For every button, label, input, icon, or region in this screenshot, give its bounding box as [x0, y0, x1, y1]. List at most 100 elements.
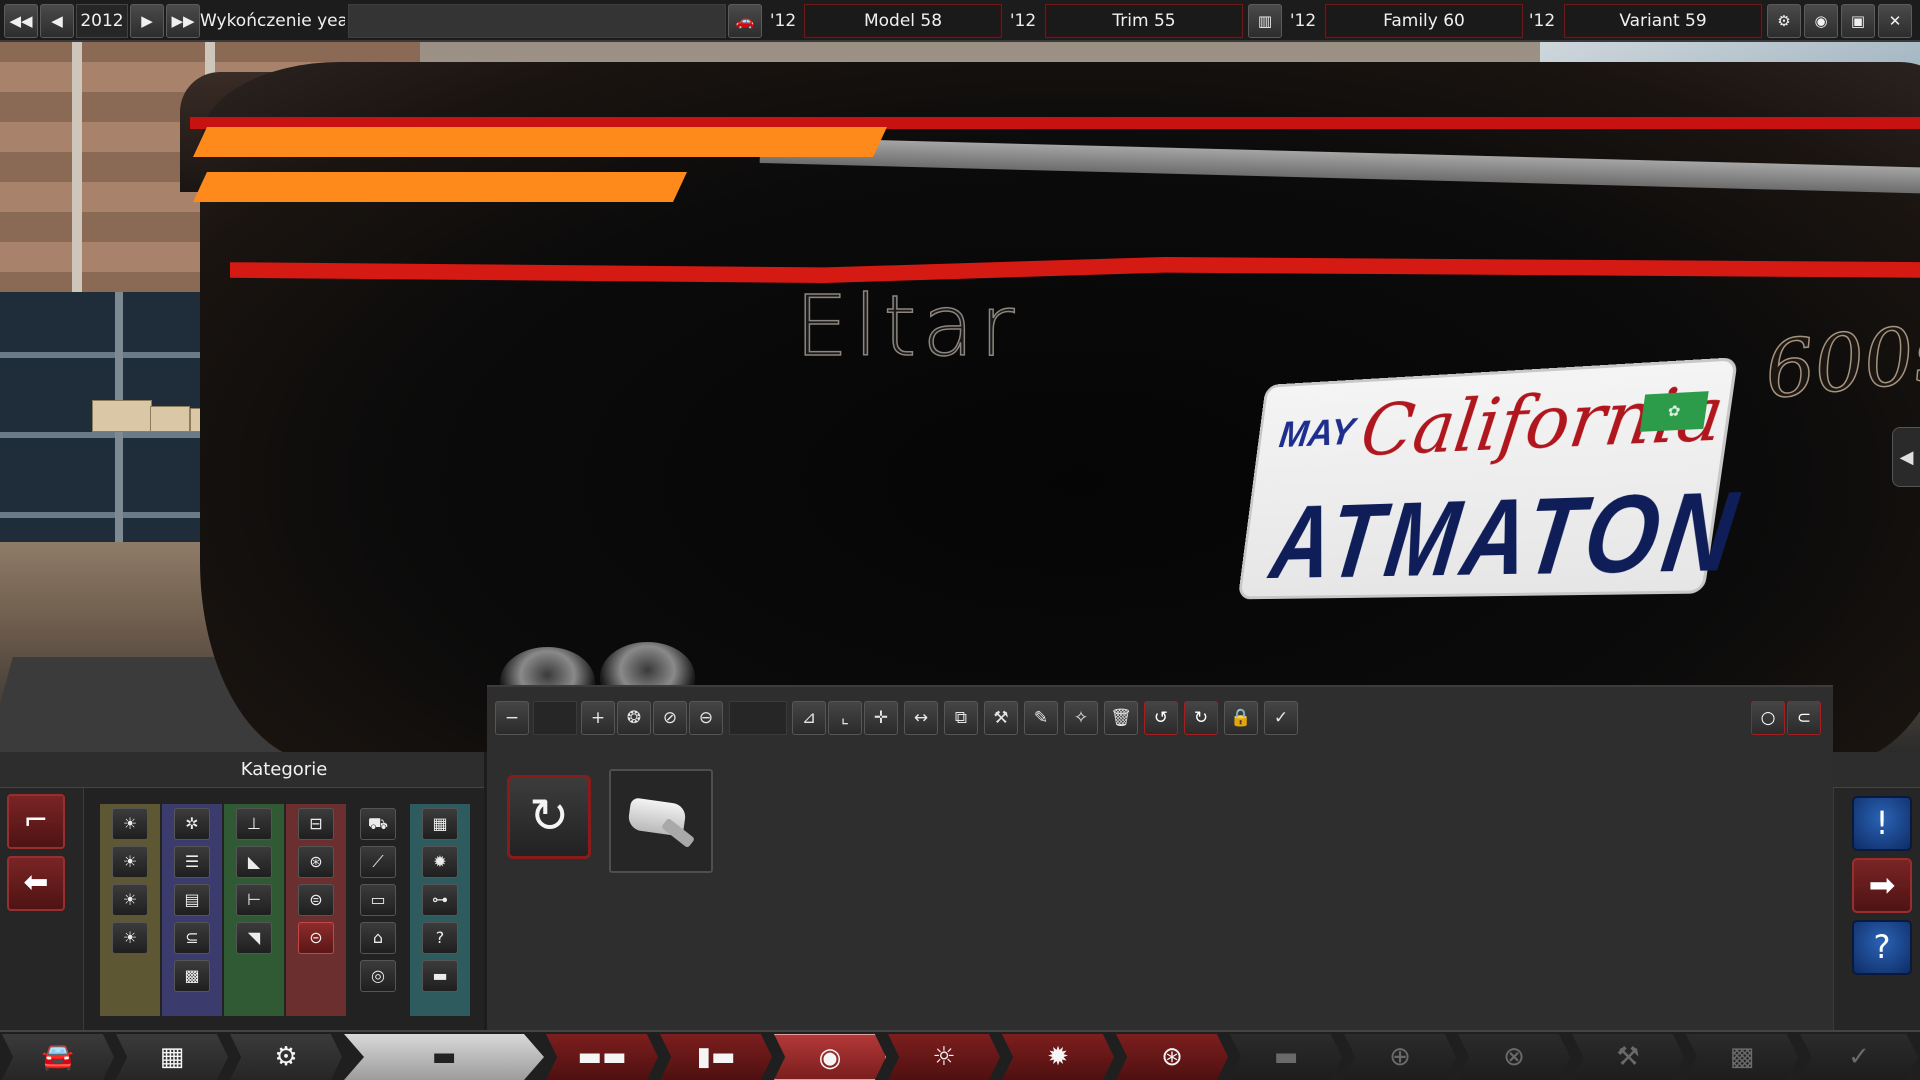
model-year: '12: [769, 11, 797, 31]
wheel-stage-icon[interactable]: ✹: [1002, 1034, 1114, 1080]
camera-icon[interactable]: ◉: [1804, 4, 1838, 38]
engine-trim-stage-icon[interactable]: ◉: [774, 1034, 886, 1080]
indicator-light-icon[interactable]: ☀: [112, 846, 148, 878]
bumper-icon[interactable]: ⊟: [298, 808, 334, 840]
exhaust-pipe-icon[interactable]: ⊶: [422, 884, 458, 916]
skew-icon[interactable]: ⊿: [792, 701, 826, 735]
car-silhouette-icon[interactable]: ▬: [422, 960, 458, 992]
headlight-icon[interactable]: ☀: [112, 808, 148, 840]
grille-icon[interactable]: ☰: [174, 846, 210, 878]
car-test-stage-icon[interactable]: ▬: [1230, 1034, 1342, 1080]
size-field[interactable]: [533, 701, 577, 735]
rewind-icon[interactable]: ◀◀: [4, 4, 38, 38]
exhaust-icon[interactable]: ◎: [360, 960, 396, 992]
splitter-icon[interactable]: ⊥: [236, 808, 272, 840]
tow-hook-icon[interactable]: ⛟: [360, 808, 396, 840]
rotate-corner-icon[interactable]: ⌞: [828, 701, 862, 735]
body-stage-icon[interactable]: ▬: [344, 1034, 544, 1080]
tail-light-icon[interactable]: ☀: [112, 884, 148, 916]
chassis-stage-icon[interactable]: ▦: [116, 1034, 228, 1080]
increase-icon[interactable]: +: [581, 701, 615, 735]
family-name-field[interactable]: Family 60: [1325, 4, 1523, 38]
suspension-stage-icon[interactable]: ⚙: [230, 1034, 342, 1080]
paint-icon[interactable]: ✎: [1024, 701, 1058, 735]
categories-title: Kategorie: [84, 752, 484, 788]
model-name-field[interactable]: Model 58: [804, 4, 1002, 38]
engine-family-stage-icon[interactable]: ▬▬: [546, 1034, 658, 1080]
fixture-toolbar: − + ❂ ⊘ ⊖ ⊿ ⌞ ✛ ↔ ⧉ ⚒ ✎ ✧ 🗑 ↺ ↻ 🔒 ✓ ○ ⊂: [495, 701, 1825, 737]
driving-stage-icon[interactable]: ⊗: [1458, 1034, 1570, 1080]
move-horizontal-icon[interactable]: ↔: [904, 701, 938, 735]
hubcap-icon[interactable]: ⊛: [298, 846, 334, 878]
spray-icon[interactable]: ✧: [1064, 701, 1098, 735]
side-mirror-icon[interactable]: ⊝: [298, 922, 334, 954]
fog-light-icon[interactable]: ☀: [112, 922, 148, 954]
no-snap-icon[interactable]: ⊘: [653, 701, 687, 735]
magnet-icon[interactable]: ⊂: [1787, 701, 1821, 735]
close-icon[interactable]: ✕: [1878, 4, 1912, 38]
license-plate: MAY California ✿ ATMATON: [1237, 357, 1749, 600]
reset-fixture-button[interactable]: ↻: [507, 775, 591, 859]
left-tools-panel: ⌐ ⬅: [0, 788, 84, 1030]
delete-icon[interactable]: 🗑: [1104, 701, 1138, 735]
category-grid: ☀ ☀ ☀ ☀ ✲ ☰ ▤ ⊆ ▩ ⊥ ◣ ⊢ ◥ ⊟ ⊛ ⊜ ⊝ ⛟ ⟋ ▭: [84, 788, 484, 1030]
warning-icon[interactable]: !: [1852, 796, 1912, 851]
wiper-icon[interactable]: ⟋: [360, 846, 396, 878]
flatten-icon[interactable]: ⊖: [689, 701, 723, 735]
collapse-panel-handle[interactable]: ◀: [1892, 427, 1920, 487]
handle-icon[interactable]: ⊜: [298, 884, 334, 916]
next-arrow-icon[interactable]: ➡: [1852, 858, 1912, 913]
wheel-snap-icon[interactable]: ❂: [617, 701, 651, 735]
redo-icon[interactable]: ↻: [1184, 701, 1218, 735]
mesh-icon[interactable]: ▩: [174, 960, 210, 992]
left-panel-header: [0, 752, 84, 788]
decrease-icon[interactable]: −: [495, 701, 529, 735]
performance-stage-icon[interactable]: ▩: [1686, 1034, 1798, 1080]
wing-icon[interactable]: ◥: [236, 922, 272, 954]
3d-viewport[interactable]: Eltar 600s MAY California ✿ ATMATON ◀: [0, 42, 1920, 752]
tuning-stage-icon[interactable]: ⚒: [1572, 1034, 1684, 1080]
play-icon[interactable]: ▶: [130, 4, 164, 38]
brush-icon[interactable]: ⚒: [984, 701, 1018, 735]
car-body-stage-icon[interactable]: 🚘: [2, 1034, 114, 1080]
gear-icon[interactable]: ⚙: [1767, 4, 1801, 38]
finish-stage-icon[interactable]: ✓: [1800, 1034, 1918, 1080]
variant-name-field[interactable]: Variant 59: [1564, 4, 1762, 38]
rim-icon[interactable]: ✹: [422, 846, 458, 878]
double-grille-icon[interactable]: ▤: [174, 884, 210, 916]
fixture-editor-panel: − + ❂ ⊘ ⊖ ⊿ ⌞ ✛ ↔ ⧉ ⚒ ✎ ✧ 🗑 ↺ ↻ 🔒 ✓ ○ ⊂ …: [487, 685, 1833, 1030]
lock-icon[interactable]: 🔒: [1224, 701, 1258, 735]
confirm-icon[interactable]: ✓: [1264, 701, 1298, 735]
fixture-thumbnail-mirror[interactable]: [609, 769, 713, 873]
undo-icon[interactable]: ↺: [1144, 701, 1178, 735]
move-vertical-icon[interactable]: ✛: [864, 701, 898, 735]
taillight-orange-upper: [193, 127, 887, 157]
gearbox-stage-icon[interactable]: ☼: [888, 1034, 1000, 1080]
seat-icon[interactable]: ⌂: [360, 922, 396, 954]
app-window: Eltar 600s MAY California ✿ ATMATON ◀ ◀◀…: [0, 0, 1920, 1080]
plate-number: ATMATON: [1265, 466, 1750, 600]
brake-stage-icon[interactable]: ⊛: [1116, 1034, 1228, 1080]
help-icon[interactable]: ?: [1852, 920, 1912, 975]
circle-select-icon[interactable]: ○: [1751, 701, 1785, 735]
step-back-icon[interactable]: ◀: [40, 4, 74, 38]
axis-tool-icon[interactable]: ⌐: [7, 794, 65, 849]
steering-stage-icon[interactable]: ⊕: [1344, 1034, 1456, 1080]
spoiler-icon[interactable]: ⊢: [236, 884, 272, 916]
category-column-details: ⊟ ⊛ ⊜ ⊝: [286, 804, 346, 1016]
diffuser-icon[interactable]: ◣: [236, 846, 272, 878]
plate-icon[interactable]: ▭: [360, 884, 396, 916]
intake-icon[interactable]: ⊆: [174, 922, 210, 954]
trim-name-field[interactable]: Trim 55: [1045, 4, 1243, 38]
vent-icon[interactable]: ✲: [174, 808, 210, 840]
mirror-icon[interactable]: ⧉: [944, 701, 978, 735]
engine-icon[interactable]: ▥: [1248, 4, 1282, 38]
car-icon[interactable]: 🚗: [728, 4, 762, 38]
save-icon[interactable]: ▣: [1841, 4, 1875, 38]
angle-field[interactable]: [729, 701, 787, 735]
question-icon[interactable]: ?: [422, 922, 458, 954]
engine-variant-stage-icon[interactable]: ▮▬: [660, 1034, 772, 1080]
panel-icon[interactable]: ▦: [422, 808, 458, 840]
back-arrow-icon[interactable]: ⬅: [7, 856, 65, 911]
fast-forward-icon[interactable]: ▶▶: [166, 4, 200, 38]
